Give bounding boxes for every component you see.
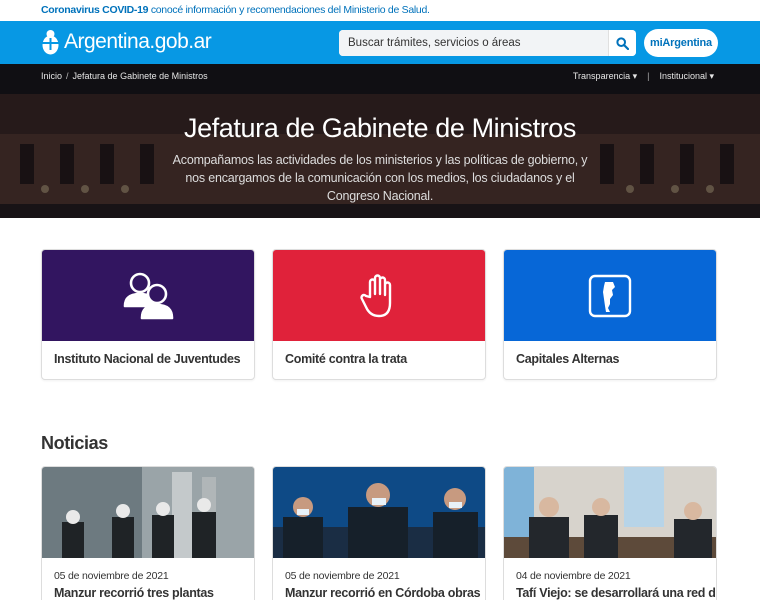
news-headline[interactable]: Manzur recorrió en Córdoba obras [285, 586, 481, 600]
news-headline[interactable]: Tafí Viejo: se desarrollará una red de [516, 586, 716, 600]
breadcrumb-home-link[interactable]: Inicio [41, 71, 62, 81]
news-date: 05 de noviembre de 2021 [285, 570, 400, 582]
card-banner [273, 250, 485, 341]
search-button[interactable] [608, 30, 636, 56]
news-card[interactable]: 05 de noviembre de 2021 Manzur recorrió … [41, 466, 255, 600]
card-capitales-alternas[interactable]: Capitales Alternas [503, 249, 717, 380]
covid-banner-title[interactable]: Coronavirus COVID-19 [41, 4, 149, 16]
breadcrumb: Inicio / Jefatura de Gabinete de Ministros [41, 71, 208, 81]
news-card[interactable]: 05 de noviembre de 2021 Manzur recorrió … [272, 466, 486, 600]
search-box [339, 30, 636, 56]
news-photo [504, 467, 716, 558]
news-date: 04 de noviembre de 2021 [516, 570, 631, 582]
card-banner [42, 250, 254, 341]
breadcrumb-current: Jefatura de Gabinete de Ministros [72, 71, 208, 81]
search-input[interactable] [339, 30, 608, 56]
page-description: Acompañamos las actividades de los minis… [172, 153, 588, 203]
card-label: Capitales Alternas [516, 352, 620, 366]
hand-stop-icon [360, 273, 392, 317]
people-icon [123, 272, 174, 319]
card-banner [504, 250, 716, 341]
covid-banner-text[interactable]: conocé información y recomendaciones del… [148, 4, 430, 16]
card-label: Comité contra la trata [285, 352, 407, 366]
card-label: Instituto Nacional de Juventudes [54, 352, 241, 366]
news-photo [273, 467, 485, 558]
covid-banner[interactable]: Coronavirus COVID-19 conocé información … [0, 0, 760, 21]
news-photo [42, 467, 254, 558]
coat-of-arms-icon [42, 30, 59, 55]
search-icon [616, 36, 629, 50]
card-trata[interactable]: Comité contra la trata [272, 249, 486, 380]
top-nav-divider: | [647, 71, 650, 81]
institucional-dropdown[interactable]: Institucional ▾ [659, 71, 714, 82]
page-title: Jefatura de Gabinete de Ministros [183, 113, 577, 143]
top-nav: Transparencia ▾ | Institucional ▾ [573, 71, 714, 82]
transparencia-dropdown[interactable]: Transparencia ▾ [573, 71, 637, 82]
news-card[interactable]: 04 de noviembre de 2021 Tafí Viejo: se d… [503, 466, 717, 600]
site-header: Argentina.gob.ar miArgentina [0, 21, 760, 64]
news-date: 05 de noviembre de 2021 [54, 570, 169, 582]
breadcrumb-separator: / [66, 71, 69, 81]
card-juventudes[interactable]: Instituto Nacional de Juventudes [41, 249, 255, 380]
hero-banner: Inicio / Jefatura de Gabinete de Ministros… [0, 64, 760, 218]
noticias-heading: Noticias [41, 433, 108, 453]
site-logo-text: Argentina.gob.ar [64, 30, 212, 53]
news-headline[interactable]: Manzur recorrió tres plantas [54, 586, 214, 600]
argentina-map-icon [588, 274, 632, 317]
site-logo[interactable]: Argentina.gob.ar [41, 29, 212, 55]
miargentina-button[interactable]: miArgentina [644, 29, 718, 57]
